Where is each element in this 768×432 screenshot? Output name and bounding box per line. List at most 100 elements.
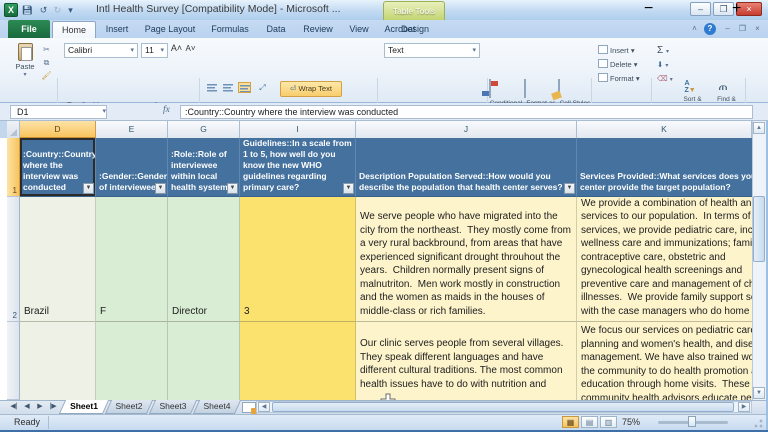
cell-k3[interactable]: We focus our services on pediatric care,… <box>577 322 752 400</box>
name-box[interactable]: D1 ▾ <box>10 105 107 119</box>
page-layout-view-icon[interactable]: ▤ <box>581 416 598 428</box>
zoom-slider-thumb[interactable] <box>688 416 696 427</box>
clear-button[interactable]: ⌫ ▾ <box>657 72 673 85</box>
format-painter-icon[interactable]: 🖌︎ <box>40 70 53 81</box>
tab-design[interactable]: Design <box>388 21 442 38</box>
zoom-in-icon[interactable]: + <box>732 0 741 18</box>
cell-e2[interactable]: F <box>96 197 168 322</box>
cell-j2[interactable]: We serve people who have migrated into t… <box>356 197 577 322</box>
wrap-text-button[interactable]: ⏎ Wrap Text <box>280 81 342 97</box>
paste-dropdown-icon[interactable]: ▾ <box>11 71 39 78</box>
paste-button[interactable]: Paste ▾ <box>11 43 39 78</box>
row-header-1[interactable]: 1 <box>7 138 20 197</box>
cell-k2[interactable]: We provide a combination of health and s… <box>577 197 752 322</box>
zoom-level[interactable]: 75% <box>622 417 640 427</box>
tab-file[interactable]: File <box>8 20 50 38</box>
copy-icon[interactable]: ⧉︎ <box>40 57 53 68</box>
help-icon[interactable]: ? <box>704 23 716 35</box>
filter-dropdown-icon[interactable]: ▼ <box>564 183 575 194</box>
cell-i2[interactable]: 3 <box>240 197 356 322</box>
row-header-2[interactable]: 2 <box>7 197 20 322</box>
column-header-k[interactable]: K <box>577 121 752 138</box>
orientation-icon[interactable]: ⤢ <box>256 82 269 93</box>
maximize-button[interactable]: ❐ <box>713 2 734 16</box>
cell-i3[interactable] <box>240 322 356 400</box>
cell-g3[interactable] <box>168 322 240 400</box>
horizontal-scroll-thumb[interactable] <box>272 402 734 412</box>
font-family-select[interactable]: Calibri ▾ <box>64 43 138 58</box>
shrink-font-icon[interactable]: A˅ <box>184 43 197 54</box>
cell-d1-active[interactable]: :Country::Country where the interview wa… <box>20 138 96 197</box>
qat-customize-icon[interactable]: ▾ <box>64 4 77 17</box>
cell-k1[interactable]: Services Provided::What services does yo… <box>577 138 752 197</box>
tab-home[interactable]: Home <box>52 21 96 38</box>
collapse-ribbon-icon[interactable]: ˄ <box>688 23 701 35</box>
minimize-button[interactable]: – <box>690 2 711 16</box>
scroll-right-icon[interactable]: ▶ <box>738 402 750 412</box>
name-box-dropdown-icon[interactable]: ▾ <box>102 106 106 118</box>
doc-close-icon[interactable]: × <box>751 23 764 35</box>
sheet-tab-sheet2[interactable]: Sheet2 <box>104 400 154 414</box>
save-icon[interactable]: 💾︎ <box>21 4 34 17</box>
cell-j3[interactable]: Our clinic serves people from several vi… <box>356 322 577 400</box>
first-sheet-icon[interactable]: ◀| <box>8 401 20 413</box>
redo-icon[interactable]: ↻ <box>51 4 64 17</box>
vertical-scroll-thumb[interactable] <box>753 196 765 262</box>
tab-formulas[interactable]: Formulas <box>204 21 256 38</box>
cell-e3[interactable] <box>96 322 168 400</box>
filter-dropdown-icon[interactable]: ▼ <box>227 183 238 194</box>
prev-sheet-icon[interactable]: ◀ <box>21 401 33 413</box>
cell-d2[interactable]: Brazil <box>20 197 96 322</box>
next-sheet-icon[interactable]: ▶ <box>34 401 46 413</box>
tab-data[interactable]: Data <box>258 21 294 38</box>
scroll-down-icon[interactable]: ▼ <box>753 387 765 399</box>
filter-dropdown-icon[interactable]: ▼ <box>83 183 94 194</box>
filter-dropdown-icon[interactable]: ▼ <box>343 183 354 194</box>
tab-page-layout[interactable]: Page Layout <box>138 21 202 38</box>
insert-cells-button[interactable]: Insert ▾ <box>598 44 635 57</box>
delete-cells-button[interactable]: Delete ▾ <box>598 58 638 71</box>
insert-function-icon[interactable]: fx <box>163 105 170 115</box>
tab-review[interactable]: Review <box>296 21 340 38</box>
cell-g2[interactable]: Director <box>168 197 240 322</box>
column-header-g[interactable]: G <box>168 121 240 138</box>
doc-minimize-icon[interactable]: – <box>721 23 734 35</box>
formula-input[interactable]: :Country::Country where the interview wa… <box>180 105 753 119</box>
insert-worksheet-icon[interactable] <box>242 402 257 414</box>
undo-icon[interactable]: ↺ <box>37 4 50 17</box>
number-format-select[interactable]: Text ▾ <box>384 43 480 58</box>
font-size-select[interactable]: 11 ▾ <box>141 43 168 58</box>
fill-button[interactable]: ⬇ ▾ <box>657 58 668 71</box>
resize-grip[interactable] <box>752 417 764 429</box>
cell-e1[interactable]: :Gender::Gender of interviewee ▼ <box>96 138 168 197</box>
column-header-i[interactable]: I <box>240 121 356 138</box>
cell-i1[interactable]: :Knowledge of New WHO Guidelines::In a s… <box>240 138 356 197</box>
format-cells-button[interactable]: Format ▾ <box>598 72 640 85</box>
column-header-d[interactable]: D <box>20 121 96 138</box>
align-middle-icon[interactable] <box>222 82 235 93</box>
autosum-button[interactable]: Σ ▾ <box>657 44 669 57</box>
sheet-tab-sheet1[interactable]: Sheet1 <box>58 400 110 414</box>
scroll-up-icon[interactable]: ▲ <box>753 122 765 134</box>
select-all-button[interactable] <box>7 121 20 138</box>
tab-view[interactable]: View <box>342 21 376 38</box>
column-header-e[interactable]: E <box>96 121 168 138</box>
zoom-out-icon[interactable]: − <box>644 0 653 18</box>
grow-font-icon[interactable]: A˄ <box>170 43 183 54</box>
sheet-tab-sheet4[interactable]: Sheet4 <box>192 400 242 414</box>
column-header-j[interactable]: J <box>356 121 577 138</box>
cell-d3[interactable] <box>20 322 96 400</box>
normal-view-icon[interactable]: ▦ <box>562 416 579 428</box>
cell-j1[interactable]: Description Population Served::How would… <box>356 138 577 197</box>
last-sheet-icon[interactable]: |▶ <box>47 401 59 413</box>
sheet-tab-sheet3[interactable]: Sheet3 <box>148 400 198 414</box>
doc-restore-icon[interactable]: ❐ <box>736 23 749 35</box>
cut-icon[interactable]: ✂ <box>40 44 53 55</box>
align-bottom-icon[interactable] <box>238 82 251 93</box>
align-top-icon[interactable] <box>206 82 219 93</box>
page-break-view-icon[interactable]: ▥ <box>600 416 617 428</box>
filter-dropdown-icon[interactable]: ▼ <box>155 183 166 194</box>
row-header-3[interactable] <box>7 322 20 400</box>
cell-g1[interactable]: :Role::Role of interviewee within local … <box>168 138 240 197</box>
scroll-left-icon[interactable]: ◀ <box>258 402 270 412</box>
